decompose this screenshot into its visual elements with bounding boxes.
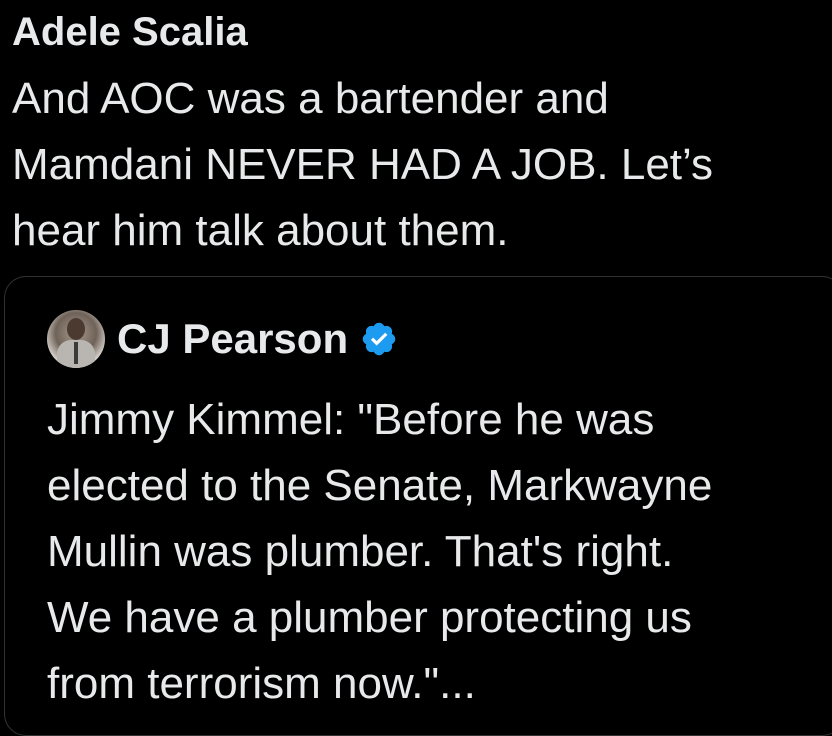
avatar[interactable] <box>47 310 105 368</box>
quoted-text-line: elected to the Senate, Markwayne <box>47 461 713 510</box>
quoted-text-line: Mullin was plumber. That's right. <box>47 527 674 576</box>
quoted-tweet-header: CJ Pearson <box>47 307 398 371</box>
tweet[interactable]: Adele Scalia And AOC was a bartender and… <box>0 0 832 736</box>
tweet-text: And AOC was a bartender and Mamdani NEVE… <box>12 66 822 264</box>
quoted-tweet-card[interactable]: CJ Pearson Jimmy Kimmel: "Before he was … <box>4 276 832 736</box>
avatar-tie-shape <box>74 342 78 364</box>
tweet-text-line: Mamdani NEVER HAD A JOB. Let’s <box>12 140 714 189</box>
quoted-text-line: Jimmy Kimmel: "Before he was <box>47 395 655 444</box>
quoted-text-line: We have a plumber protecting us <box>47 593 692 642</box>
tweet-text-line: And AOC was a bartender and <box>12 74 609 123</box>
tweet-text-line: hear him talk about them. <box>12 206 509 255</box>
quoted-text-line: from terrorism now."... <box>47 659 476 708</box>
avatar-head-shape <box>67 318 85 340</box>
verified-badge-icon <box>362 322 396 356</box>
quoted-tweet-text: Jimmy Kimmel: "Before he was elected to … <box>47 387 832 717</box>
author-name[interactable]: Adele Scalia <box>12 8 248 56</box>
quoted-author-name[interactable]: CJ Pearson <box>117 314 348 364</box>
